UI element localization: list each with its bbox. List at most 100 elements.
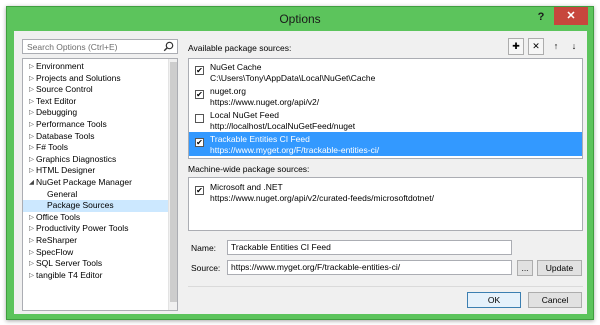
add-icon: ✚: [512, 41, 520, 51]
source-item-local-nuget-feed[interactable]: Local NuGet Feed http://localhost/LocalN…: [189, 108, 582, 132]
browse-button[interactable]: ...: [517, 260, 533, 276]
expand-arrow-icon[interactable]: ▷: [27, 212, 36, 224]
tree-item-source-control[interactable]: ▷ Source Control: [23, 84, 169, 96]
tree-item-productivity-power-tools[interactable]: ▷ Productivity Power Tools: [23, 223, 169, 235]
tree-item-general[interactable]: General: [23, 189, 169, 201]
search-input[interactable]: Search Options (Ctrl+E): [22, 39, 178, 54]
expand-arrow-icon[interactable]: ▷: [27, 119, 36, 131]
tree-item-label: Performance Tools: [36, 118, 107, 129]
tree-item-html-designer[interactable]: ▷ HTML Designer: [23, 165, 169, 177]
source-item-nuget-cache[interactable]: ✔ NuGet Cache C:\Users\Tony\AppData\Loca…: [189, 60, 582, 84]
source-enabled-checkbox[interactable]: [195, 114, 204, 123]
expand-arrow-icon[interactable]: ▷: [27, 247, 36, 259]
tree-item-label: Database Tools: [36, 130, 95, 141]
remove-icon: ✕: [532, 41, 540, 51]
source-enabled-checkbox[interactable]: ✔: [195, 186, 204, 195]
tree-item-fsharp-tools[interactable]: ▷ F# Tools: [23, 142, 169, 154]
help-button[interactable]: ?: [533, 9, 549, 25]
available-sources-label: Available package sources:: [188, 43, 292, 53]
tree-item-label: Productivity Power Tools: [36, 223, 129, 234]
tree-item-label: SQL Server Tools: [36, 258, 103, 269]
source-url: http://localhost/LocalNuGetFeed/nuget: [210, 121, 356, 131]
ok-button[interactable]: OK: [467, 292, 521, 308]
expand-arrow-icon[interactable]: ▷: [27, 270, 36, 282]
options-tree-list: ▷ Environment ▷ Projects and Solutions ▷ So…: [23, 61, 169, 281]
tree-item-label: Graphics Diagnostics: [36, 153, 117, 164]
tree-item-environment[interactable]: ▷ Environment: [23, 61, 169, 73]
tree-item-debugging[interactable]: ▷ Debugging: [23, 107, 169, 119]
tree-item-specflow[interactable]: ▷ SpecFlow: [23, 247, 169, 259]
tree-item-tangible-t4-editor[interactable]: ▷ tangible T4 Editor: [23, 270, 169, 282]
cancel-button[interactable]: Cancel: [528, 292, 582, 308]
available-sources-list[interactable]: ✔ NuGet Cache C:\Users\Tony\AppData\Loca…: [188, 58, 583, 159]
source-url: C:\Users\Tony\AppData\Local\NuGet\Cache: [210, 73, 376, 83]
tree-item-office-tools[interactable]: ▷ Office Tools: [23, 212, 169, 224]
expand-arrow-icon[interactable]: ▷: [27, 96, 36, 108]
tree-item-label: Debugging: [36, 107, 78, 118]
tree-scrollbar[interactable]: [168, 59, 177, 310]
expand-arrow-icon[interactable]: ▷: [27, 235, 36, 247]
machine-wide-sources-list[interactable]: ✔ Microsoft and .NET https://www.nuget.o…: [188, 177, 583, 231]
tree-item-label: tangible T4 Editor: [36, 269, 103, 280]
tree-item-label: SpecFlow: [36, 246, 74, 257]
source-enabled-checkbox[interactable]: ✔: [195, 138, 204, 147]
tree-item-label: Text Editor: [36, 95, 77, 106]
source-enabled-checkbox[interactable]: ✔: [195, 66, 204, 75]
arrow-up-icon: ↑: [553, 41, 559, 51]
tree-item-projects-and-solutions[interactable]: ▷ Projects and Solutions: [23, 73, 169, 85]
add-source-button[interactable]: ✚: [508, 38, 524, 55]
expand-arrow-icon[interactable]: ▷: [27, 73, 36, 85]
tree-item-label: Office Tools: [36, 211, 81, 222]
tree-item-sql-server-tools[interactable]: ▷ SQL Server Tools: [23, 258, 169, 270]
tree-item-label: General: [47, 188, 78, 199]
footer-divider: [188, 286, 583, 287]
expand-arrow-icon[interactable]: ▷: [27, 131, 36, 143]
expand-arrow-icon[interactable]: ▷: [27, 61, 36, 73]
tree-item-label: NuGet Package Manager: [36, 176, 132, 187]
source-enabled-checkbox[interactable]: ✔: [195, 90, 204, 99]
move-up-button[interactable]: ↑: [548, 38, 564, 55]
update-button[interactable]: Update: [537, 260, 582, 276]
source-name: Trackable Entities CI Feed: [210, 134, 310, 144]
tree-item-graphics-diagnostics[interactable]: ▷ Graphics Diagnostics: [23, 154, 169, 166]
tree-item-package-sources[interactable]: Package Sources: [23, 200, 169, 212]
source-label: Source:: [191, 263, 221, 273]
expand-arrow-icon[interactable]: ▷: [27, 107, 36, 119]
source-url: https://www.nuget.org/api/v2/curated-fee…: [210, 193, 434, 203]
tree-item-database-tools[interactable]: ▷ Database Tools: [23, 131, 169, 143]
expand-arrow-icon[interactable]: ▷: [27, 165, 36, 177]
tree-item-performance-tools[interactable]: ▷ Performance Tools: [23, 119, 169, 131]
expand-arrow-icon[interactable]: ▷: [27, 258, 36, 270]
machine-wide-sources-label: Machine-wide package sources:: [188, 164, 310, 174]
tree-scrollbar-thumb[interactable]: [170, 62, 177, 302]
source-field[interactable]: https://www.myget.org/F/trackable-entiti…: [227, 260, 512, 275]
tree-item-label: Environment: [36, 61, 84, 71]
tree-item-label: HTML Designer: [36, 165, 96, 176]
expand-arrow-icon[interactable]: ▷: [27, 142, 36, 154]
source-item-microsoft-dotnet[interactable]: ✔ Microsoft and .NET https://www.nuget.o…: [189, 180, 582, 204]
source-url: https://www.nuget.org/api/v2/: [210, 97, 320, 107]
expand-arrow-icon[interactable]: ▷: [27, 84, 36, 96]
dialog-body: Search Options (Ctrl+E) ▷ Environment ▷ Pr…: [14, 31, 587, 314]
name-field[interactable]: Trackable Entities CI Feed: [227, 240, 512, 255]
source-item-trackable-entities-ci-feed[interactable]: ✔ Trackable Entities CI Feed https://www…: [189, 132, 582, 156]
search-icon: [163, 41, 174, 52]
dialog-title: Options: [279, 12, 321, 26]
arrow-down-icon: ↓: [571, 41, 577, 51]
source-item-nuget-org[interactable]: ✔ nuget.org https://www.nuget.org/api/v2…: [189, 84, 582, 108]
title-bar[interactable]: Options ? ✕: [7, 7, 593, 31]
move-down-button[interactable]: ↓: [566, 38, 582, 55]
tree-item-label: Source Control: [36, 84, 93, 95]
expand-arrow-icon[interactable]: ▷: [27, 154, 36, 166]
close-button[interactable]: ✕: [554, 7, 588, 25]
tree-item-label: F# Tools: [36, 142, 68, 153]
expand-arrow-icon[interactable]: ▷: [27, 223, 36, 235]
tree-item-resharper[interactable]: ▷ ReSharper: [23, 235, 169, 247]
tree-item-label: ReSharper: [36, 234, 78, 245]
options-tree[interactable]: ▷ Environment ▷ Projects and Solutions ▷ So…: [22, 58, 178, 311]
tree-item-text-editor[interactable]: ▷ Text Editor: [23, 96, 169, 108]
tree-item-label: Projects and Solutions: [36, 72, 121, 83]
remove-source-button[interactable]: ✕: [528, 38, 544, 55]
collapse-arrow-icon[interactable]: ◢: [27, 177, 36, 189]
tree-item-nuget-package-manager[interactable]: ◢ NuGet Package Manager: [23, 177, 169, 189]
